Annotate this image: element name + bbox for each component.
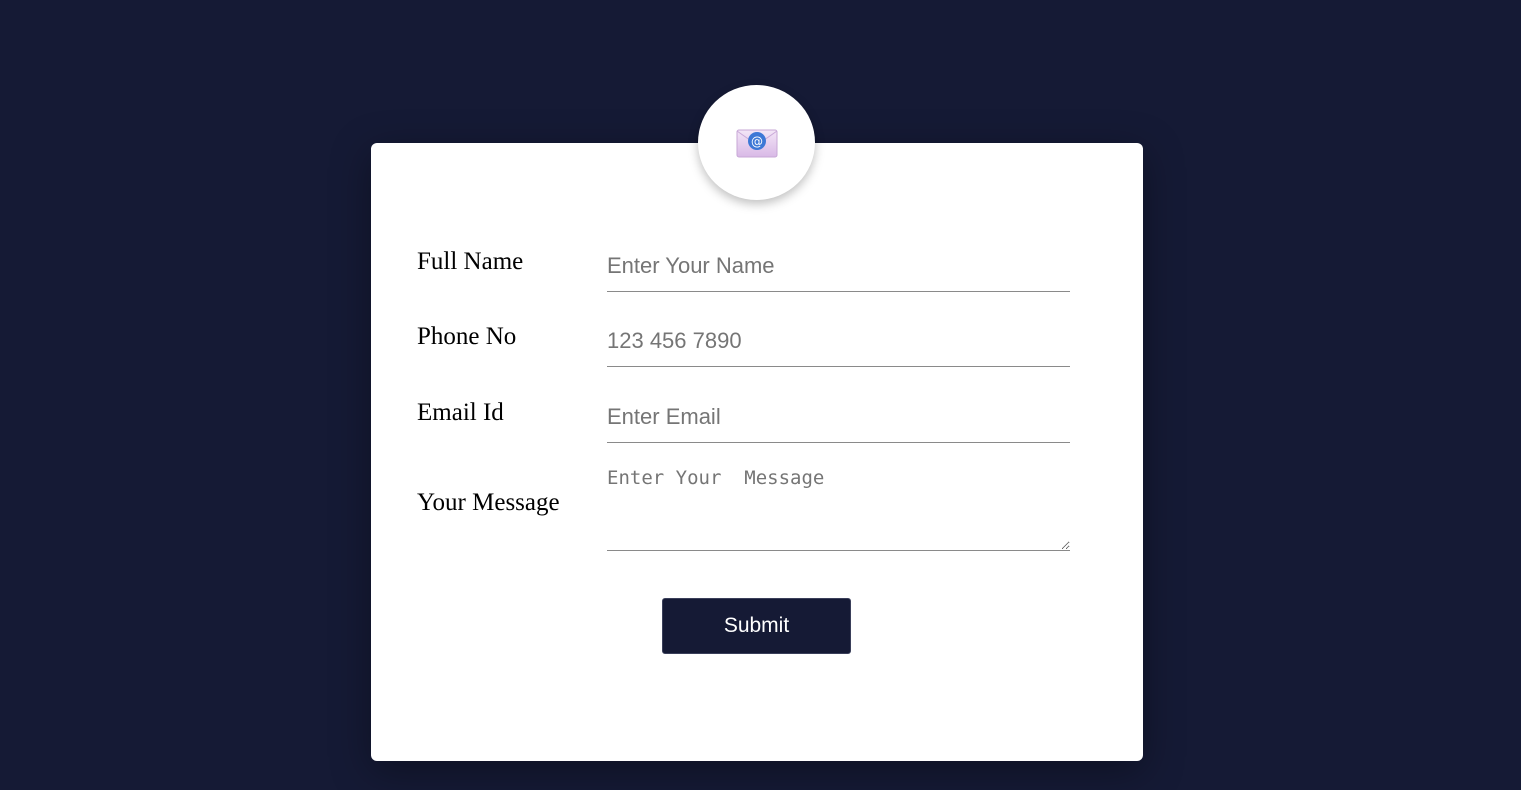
svg-text:@: @: [751, 134, 763, 148]
phone-label: Phone No: [417, 323, 517, 350]
full-name-label: Full Name: [417, 248, 524, 275]
email-envelope-icon: @: [736, 129, 777, 157]
message-textarea[interactable]: [607, 466, 1070, 551]
submit-button[interactable]: Submit: [662, 598, 851, 654]
email-label: Email Id: [417, 399, 504, 426]
phone-input[interactable]: [607, 316, 1070, 367]
full-name-input[interactable]: [607, 241, 1070, 292]
message-label: Your Message: [417, 489, 560, 516]
email-icon-badge: @: [698, 85, 815, 200]
email-input[interactable]: [607, 392, 1070, 443]
contact-form-card: Full Name Phone No Email Id Your Message…: [371, 143, 1143, 761]
page: Full Name Phone No Email Id Your Message…: [0, 0, 1521, 790]
